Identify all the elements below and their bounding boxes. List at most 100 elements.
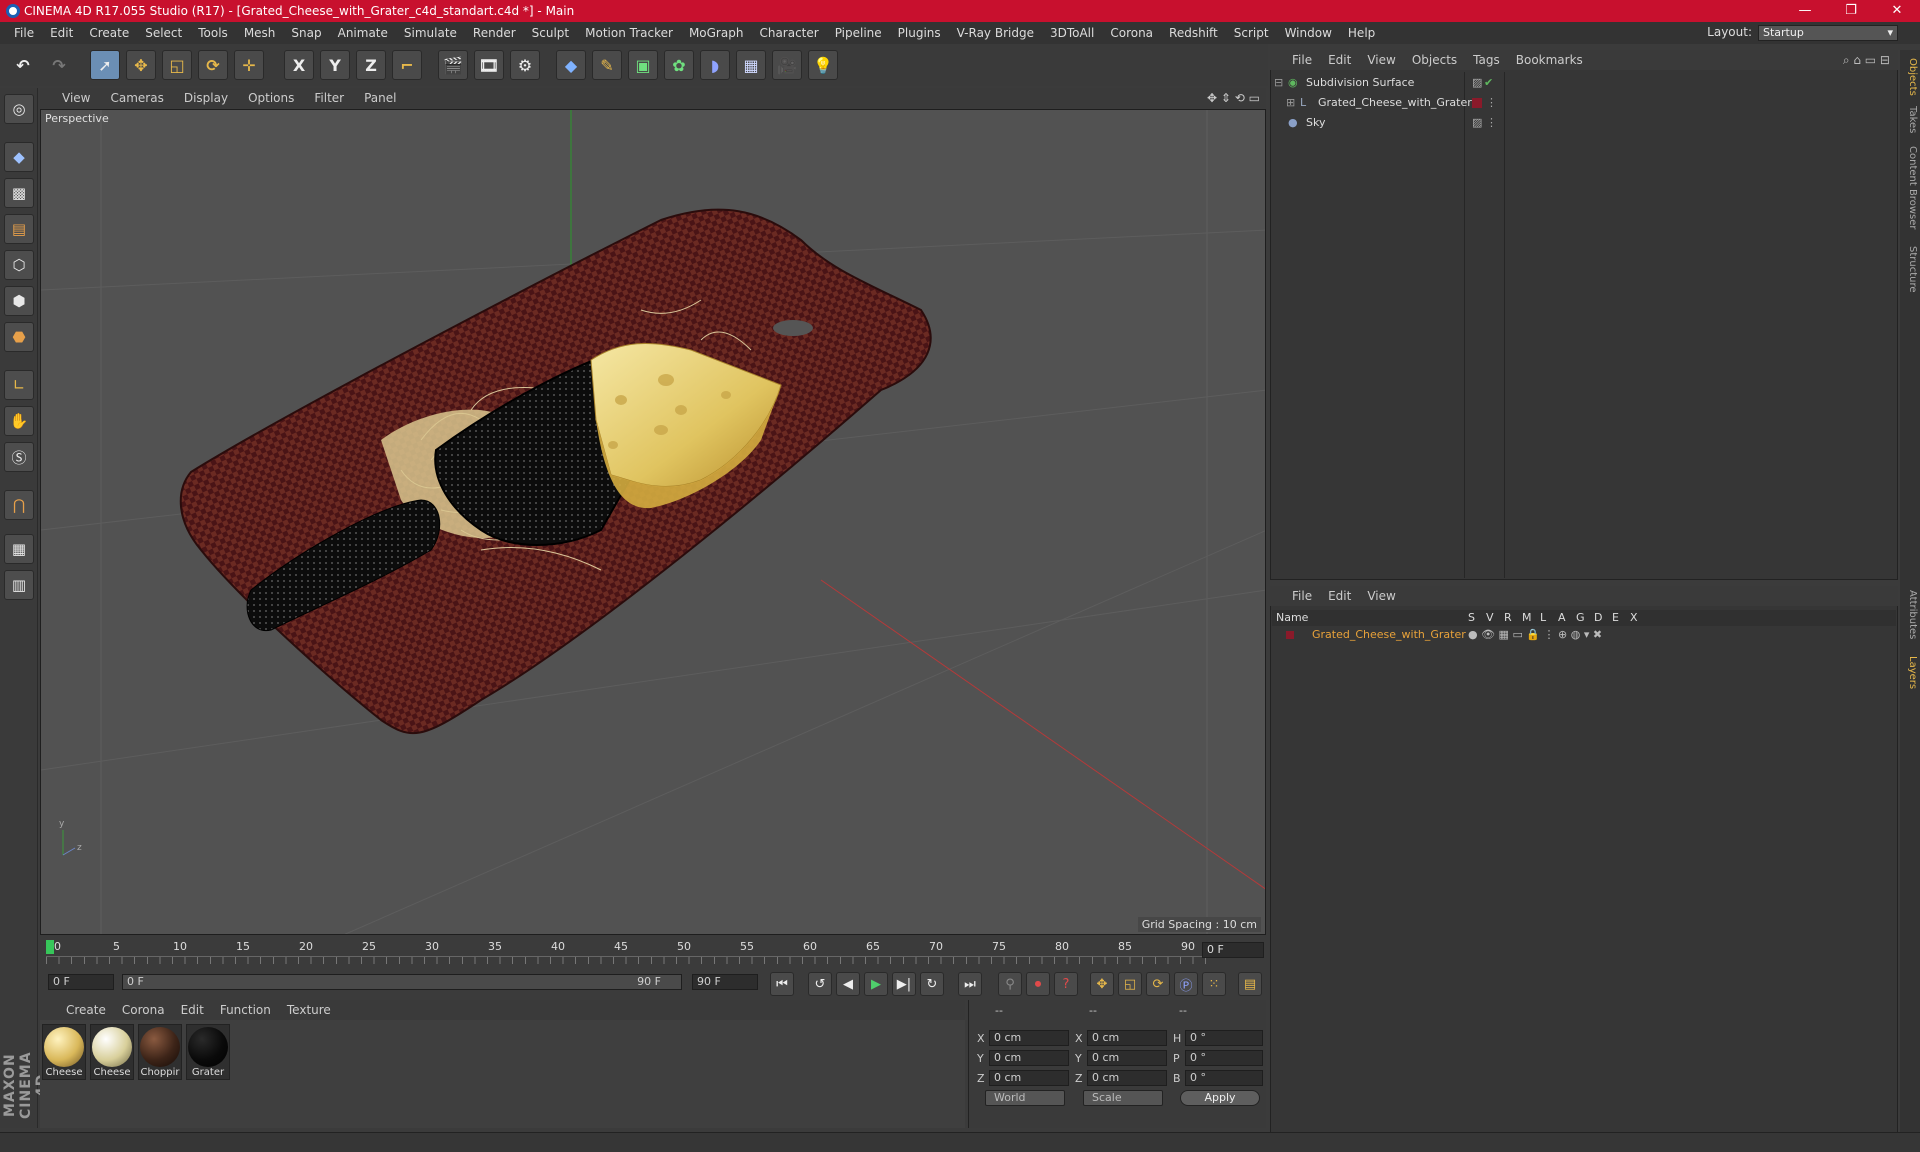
key-position-icon[interactable]: ✥ — [1090, 972, 1114, 996]
material-swatch[interactable]: Grater — [186, 1024, 230, 1080]
material-swatch[interactable]: Choppir — [138, 1024, 182, 1080]
model-mode-icon[interactable]: ◆ — [4, 142, 34, 172]
coordinate-mode-select[interactable]: World — [985, 1090, 1065, 1106]
viewport-nav-icons[interactable]: ✥ ⇕ ⟲ ▭ — [1207, 91, 1260, 105]
menu-motion-tracker[interactable]: Motion Tracker — [577, 26, 681, 40]
expand-icon[interactable]: ⊞ — [1286, 94, 1295, 112]
material-menu-corona[interactable]: Corona — [114, 1003, 173, 1017]
object-menu-file[interactable]: File — [1284, 53, 1320, 67]
menu-help[interactable]: Help — [1340, 26, 1383, 40]
layer-menu-file[interactable]: File — [1284, 589, 1320, 603]
rotate-icon[interactable]: ⟳ — [198, 50, 228, 80]
visibility-icon[interactable]: ⋮ — [1486, 94, 1497, 112]
visibility-icon[interactable]: ▨ — [1472, 114, 1482, 132]
tab-attributes[interactable]: Attributes — [1902, 590, 1918, 639]
object-row-grated-cheese[interactable]: ⊞ L Grated_Cheese_with_Grater ⋮ — [1272, 94, 1896, 112]
expand-icon[interactable]: ⊟ — [1274, 74, 1283, 92]
tab-layers[interactable]: Layers — [1902, 656, 1918, 689]
record-icon[interactable]: ⏺ — [1026, 972, 1050, 996]
make-editable-icon[interactable]: ◎ — [4, 94, 34, 124]
menu-animate[interactable]: Animate — [330, 26, 396, 40]
menu-render[interactable]: Render — [465, 26, 524, 40]
planar-workplane-icon[interactable]: ▥ — [4, 570, 34, 600]
material-menu-create[interactable]: Create — [58, 1003, 114, 1017]
polygons-mode-icon[interactable]: ⬣ — [4, 322, 34, 352]
live-selection-icon[interactable]: ➚ — [90, 50, 120, 80]
size-z-field[interactable]: 0 cm — [1087, 1070, 1167, 1086]
position-z-field[interactable]: 0 cm — [989, 1070, 1069, 1086]
maximize-button[interactable]: ❐ — [1828, 0, 1874, 22]
close-button[interactable]: ✕ — [1874, 0, 1920, 22]
minimize-button[interactable]: — — [1782, 0, 1828, 22]
start-frame-field[interactable]: 0 F — [48, 974, 114, 990]
tab-content-browser[interactable]: Content Browser — [1902, 146, 1918, 229]
material-menu-function[interactable]: Function — [212, 1003, 279, 1017]
3d-viewport[interactable]: y z Perspective Grid Spacing : 10 cm — [40, 109, 1266, 935]
menu-snap[interactable]: Snap — [283, 26, 329, 40]
menu-window[interactable]: Window — [1277, 26, 1340, 40]
key-parameter-icon[interactable]: Ⓟ — [1174, 972, 1198, 996]
next-frame-icon[interactable]: ▶| — [892, 972, 916, 996]
undo-icon[interactable]: ↶ — [8, 50, 38, 80]
key-pla-icon[interactable]: ⁙ — [1202, 972, 1226, 996]
snap-icon[interactable]: Ⓢ — [4, 442, 34, 472]
menu-character[interactable]: Character — [751, 26, 826, 40]
viewport-menu-filter[interactable]: Filter — [304, 91, 354, 105]
menu-file[interactable]: File — [6, 26, 42, 40]
go-to-start-icon[interactable]: ⏮ — [770, 972, 794, 996]
material-swatch[interactable]: Cheese — [90, 1024, 134, 1080]
layer-toggle-icons[interactable]: ● 👁 ▦ ▭ 🔒 ⋮ ⊕ ◍ ▾ ✖ — [1468, 626, 1602, 644]
object-menu-view[interactable]: View — [1359, 53, 1403, 67]
object-menu-bookmarks[interactable]: Bookmarks — [1508, 53, 1591, 67]
object-menu-tags[interactable]: Tags — [1465, 53, 1508, 67]
scale-icon[interactable]: ◱ — [162, 50, 192, 80]
layer-menu-edit[interactable]: Edit — [1320, 589, 1359, 603]
go-to-end-icon[interactable]: ⏭ — [958, 972, 982, 996]
x-axis-button[interactable]: X — [284, 50, 314, 80]
y-axis-button[interactable]: Y — [320, 50, 350, 80]
layer-color-swatch[interactable] — [1472, 98, 1482, 108]
pen-spline-icon[interactable]: ✎ — [592, 50, 622, 80]
menu-mograph[interactable]: MoGraph — [681, 26, 752, 40]
camera-icon[interactable]: 🎥 — [772, 50, 802, 80]
coordinate-system-icon[interactable]: ⌐ — [392, 50, 422, 80]
magnet-icon[interactable]: ⋂ — [4, 490, 34, 520]
material-menu-texture[interactable]: Texture — [279, 1003, 339, 1017]
viewport-menu-cameras[interactable]: Cameras — [100, 91, 173, 105]
frame-range-slider[interactable]: 0 F 90 F — [122, 974, 682, 990]
cube-icon[interactable]: ◆ — [556, 50, 586, 80]
menu-vray-bridge[interactable]: V-Ray Bridge — [949, 26, 1042, 40]
redo-icon[interactable]: ↷ — [44, 50, 74, 80]
position-x-field[interactable]: 0 cm — [989, 1030, 1069, 1046]
rotation-h-field[interactable]: 0 ° — [1185, 1030, 1263, 1046]
deformer-icon[interactable]: ◗ — [700, 50, 730, 80]
material-menu-edit[interactable]: Edit — [173, 1003, 212, 1017]
menu-pipeline[interactable]: Pipeline — [827, 26, 890, 40]
key-rotation-icon[interactable]: ⟳ — [1146, 972, 1170, 996]
z-axis-button[interactable]: Z — [356, 50, 386, 80]
size-mode-select[interactable]: Scale — [1083, 1090, 1163, 1106]
recent-tool-icon[interactable]: ✛ — [234, 50, 264, 80]
render-settings-icon[interactable]: ⚙ — [510, 50, 540, 80]
visibility-dots-icon[interactable]: ⋮ — [1486, 114, 1497, 132]
object-menu-edit[interactable]: Edit — [1320, 53, 1359, 67]
layer-name[interactable]: Grated_Cheese_with_Grater — [1312, 626, 1466, 644]
timeline-ruler[interactable]: 0 5 10 15 20 25 30 35 40 45 50 55 60 65 … — [40, 938, 1266, 968]
menu-mesh[interactable]: Mesh — [236, 26, 284, 40]
tab-objects[interactable]: Objects — [1902, 58, 1918, 96]
workplane-icon[interactable]: ▤ — [4, 214, 34, 244]
menu-corona[interactable]: Corona — [1102, 26, 1161, 40]
tab-structure[interactable]: Structure — [1902, 246, 1918, 293]
menu-plugins[interactable]: Plugins — [890, 26, 949, 40]
visibility-icon[interactable]: ▨ — [1472, 74, 1482, 92]
next-keyframe-icon[interactable]: ↻ — [920, 972, 944, 996]
layout-select[interactable]: Startup ▾ — [1758, 25, 1898, 41]
playhead-marker[interactable] — [46, 940, 54, 954]
menu-edit[interactable]: Edit — [42, 26, 81, 40]
apply-button[interactable]: Apply — [1180, 1090, 1260, 1106]
end-frame-field[interactable]: 90 F — [692, 974, 758, 990]
viewport-menu-view[interactable]: View — [52, 91, 100, 105]
object-row-sky[interactable]: ● Sky ▨ ⋮ — [1272, 114, 1896, 132]
viewport-menu-display[interactable]: Display — [174, 91, 238, 105]
keyframe-icon[interactable]: ⚲ — [998, 972, 1022, 996]
